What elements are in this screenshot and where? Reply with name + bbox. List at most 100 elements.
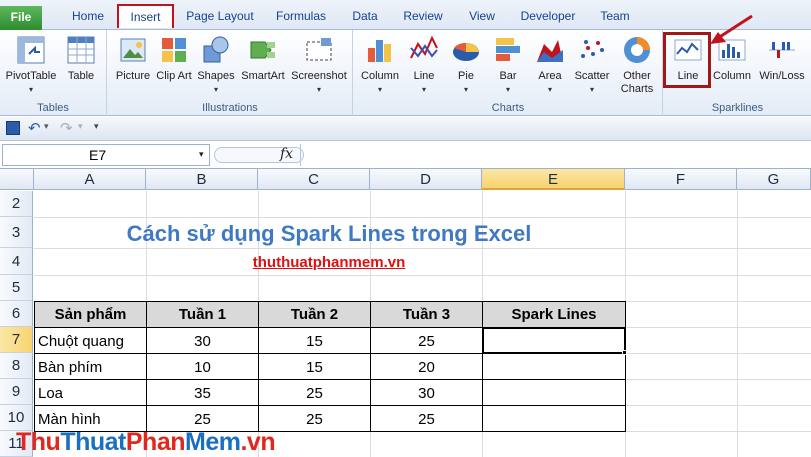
column-header-c[interactable]: C bbox=[258, 169, 370, 190]
cell-c9[interactable]: 25 bbox=[258, 379, 371, 406]
group-tables: PivotTable ▾ Table Tables bbox=[0, 30, 107, 116]
cell-b7[interactable]: 30 bbox=[146, 327, 259, 354]
header-spark-lines[interactable]: Spark Lines bbox=[482, 301, 626, 328]
cell-d7[interactable]: 25 bbox=[370, 327, 483, 354]
redo-icon[interactable]: ↷ bbox=[60, 119, 73, 137]
dropdown-arrow-icon: ▾ bbox=[505, 85, 510, 94]
fill-handle[interactable] bbox=[622, 350, 627, 355]
ribbon-tab-bar: File Home Insert Page Layout Formulas Da… bbox=[0, 0, 811, 30]
other-charts-label: Other Charts bbox=[620, 70, 654, 95]
line-chart-button[interactable]: Line ▾ bbox=[404, 32, 444, 96]
tab-page-layout[interactable]: Page Layout bbox=[182, 5, 258, 29]
row-header-6[interactable]: 6 bbox=[0, 301, 33, 327]
cell-d9[interactable]: 30 bbox=[370, 379, 483, 406]
cell-c7[interactable]: 15 bbox=[258, 327, 371, 354]
scatter-chart-button[interactable]: Scatter ▾ bbox=[570, 32, 614, 96]
line-chart-icon bbox=[410, 35, 438, 59]
header-tuan-1[interactable]: Tuần 1 bbox=[146, 301, 259, 328]
row-header-3[interactable]: 3 bbox=[0, 217, 33, 248]
column-header-b[interactable]: B bbox=[146, 169, 258, 190]
tab-insert[interactable]: Insert bbox=[117, 4, 174, 28]
shapes-icon bbox=[203, 36, 229, 63]
table-button[interactable]: Table bbox=[60, 32, 102, 83]
shapes-button[interactable]: Shapes ▾ bbox=[194, 32, 238, 96]
select-all-corner[interactable] bbox=[0, 169, 34, 190]
charts-group-label: Charts bbox=[491, 102, 525, 114]
row-header-7[interactable]: 7 bbox=[0, 327, 33, 353]
watermark-part-3: Phan bbox=[125, 428, 186, 456]
screenshot-label: Screenshot bbox=[291, 70, 347, 82]
picture-button[interactable]: Picture bbox=[112, 32, 154, 83]
tab-file[interactable]: File bbox=[0, 6, 42, 30]
save-icon[interactable] bbox=[6, 121, 20, 135]
row-header-5[interactable]: 5 bbox=[0, 275, 33, 301]
cell-e9[interactable] bbox=[482, 379, 626, 406]
cell-e8[interactable] bbox=[482, 353, 626, 380]
cell-b9[interactable]: 35 bbox=[146, 379, 259, 406]
cell-a7[interactable]: Chuột quang bbox=[34, 327, 147, 354]
header-tuan-2[interactable]: Tuần 2 bbox=[258, 301, 371, 328]
sparkline-winloss-label: Win/Loss bbox=[759, 70, 805, 82]
pie-chart-label: Pie bbox=[458, 70, 474, 82]
cell-d8[interactable]: 20 bbox=[370, 353, 483, 380]
formula-input[interactable] bbox=[300, 144, 809, 166]
dropdown-arrow-icon: ▾ bbox=[589, 85, 594, 94]
dropdown-arrow-icon: ▾ bbox=[316, 85, 321, 94]
cell-b8[interactable]: 10 bbox=[146, 353, 259, 380]
name-box[interactable]: E7 bbox=[2, 144, 210, 166]
table-label: Table bbox=[67, 70, 95, 82]
tab-formulas[interactable]: Formulas bbox=[270, 5, 332, 29]
undo-dropdown-icon[interactable]: ▾ bbox=[44, 121, 49, 132]
cell-a9[interactable]: Loa bbox=[34, 379, 147, 406]
customize-qat-icon[interactable]: ▾ bbox=[94, 121, 99, 132]
dropdown-arrow-icon: ▾ bbox=[547, 85, 552, 94]
picture-label: Picture bbox=[115, 70, 151, 82]
pivottable-button[interactable]: PivotTable ▾ bbox=[4, 32, 58, 96]
insert-function-icon[interactable]: fx bbox=[280, 146, 293, 162]
column-header-e[interactable]: E bbox=[482, 169, 625, 190]
tab-team[interactable]: Team bbox=[594, 5, 636, 29]
row-header-9[interactable]: 9 bbox=[0, 379, 33, 405]
tab-home[interactable]: Home bbox=[64, 5, 112, 29]
row-header-2[interactable]: 2 bbox=[0, 191, 33, 217]
dropdown-arrow-icon: ▾ bbox=[28, 85, 33, 94]
redo-dropdown-icon[interactable]: ▾ bbox=[78, 121, 83, 132]
row-header-8[interactable]: 8 bbox=[0, 353, 33, 379]
area-chart-icon bbox=[537, 40, 563, 62]
group-charts: Column ▾ Line ▾ Pie ▾ Bar ▾ Area ▾ Scatter ▾ O… bbox=[354, 30, 663, 116]
sparkline-winloss-button[interactable]: Win/Loss bbox=[756, 32, 808, 83]
watermark-part-2: Thuat bbox=[60, 428, 126, 456]
header-tuan-3[interactable]: Tuần 3 bbox=[370, 301, 483, 328]
other-charts-button[interactable]: Other Charts bbox=[614, 32, 660, 96]
bar-chart-button[interactable]: Bar ▾ bbox=[488, 32, 528, 96]
cell-e7-active[interactable] bbox=[482, 327, 626, 354]
group-illustrations: Picture Clip Art Shapes ▾ SmartArt Screen… bbox=[108, 30, 353, 116]
row-header-4[interactable]: 4 bbox=[0, 248, 33, 275]
column-header-g[interactable]: G bbox=[737, 169, 811, 190]
site-link: thuthuatphanmem.vn bbox=[252, 254, 406, 271]
column-header-d[interactable]: D bbox=[370, 169, 482, 190]
area-chart-button[interactable]: Area ▾ bbox=[530, 32, 570, 96]
smartart-button[interactable]: SmartArt bbox=[239, 32, 287, 83]
tab-data[interactable]: Data bbox=[345, 5, 385, 29]
column-header-f[interactable]: F bbox=[625, 169, 737, 190]
smartart-icon bbox=[250, 41, 275, 59]
tab-review[interactable]: Review bbox=[398, 5, 448, 29]
tab-developer[interactable]: Developer bbox=[516, 5, 580, 29]
cell-a8[interactable]: Bàn phím bbox=[34, 353, 147, 380]
name-box-dropdown-icon[interactable]: ▾ bbox=[199, 149, 204, 160]
tab-view[interactable]: View bbox=[462, 5, 502, 29]
pivottable-label: PivotTable bbox=[5, 70, 57, 82]
screenshot-button[interactable]: Screenshot ▾ bbox=[288, 32, 350, 96]
column-header-a[interactable]: A bbox=[34, 169, 146, 190]
pie-chart-button[interactable]: Pie ▾ bbox=[446, 32, 486, 96]
clip-art-button[interactable]: Clip Art bbox=[156, 32, 192, 83]
cell-d10[interactable]: 25 bbox=[370, 405, 483, 432]
column-chart-button[interactable]: Column ▾ bbox=[356, 32, 404, 96]
cell-c8[interactable]: 15 bbox=[258, 353, 371, 380]
cell-e10[interactable] bbox=[482, 405, 626, 432]
dropdown-arrow-icon: ▾ bbox=[421, 85, 426, 94]
shapes-label: Shapes bbox=[197, 70, 235, 82]
header-san-pham[interactable]: Sản phẩm bbox=[34, 301, 147, 328]
undo-icon[interactable]: ↶ bbox=[28, 119, 41, 137]
